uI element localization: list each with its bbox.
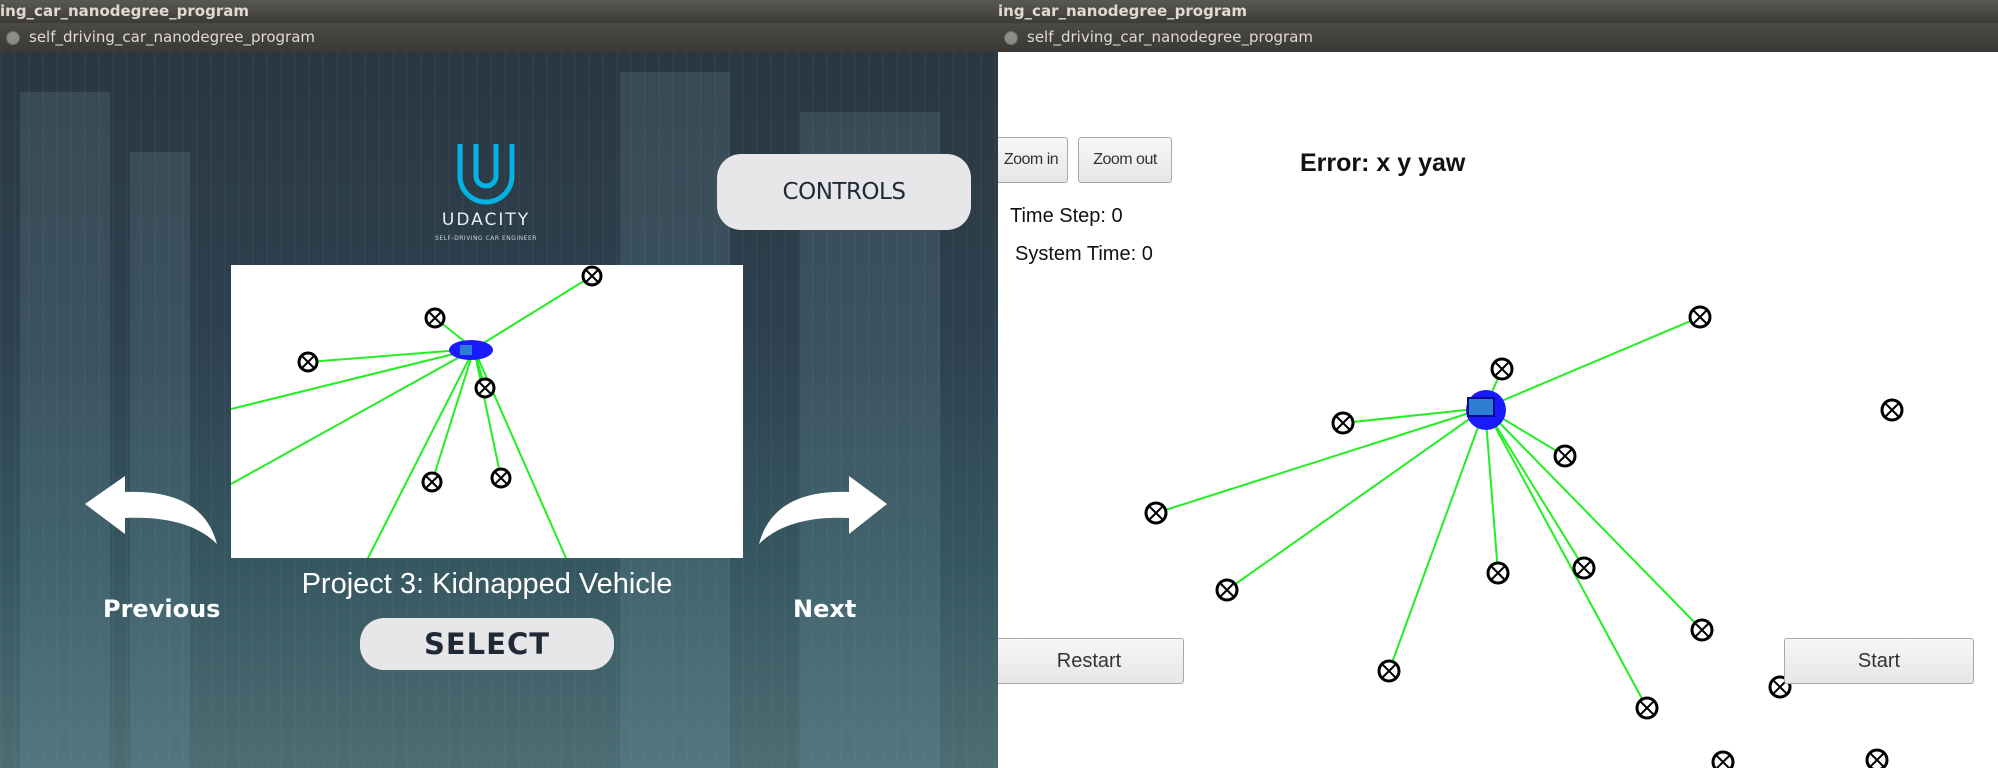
landmark-icon [1331, 411, 1355, 435]
left-close-icon[interactable] [6, 30, 20, 45]
project-title: Project 3: Kidnapped Vehicle [301, 568, 673, 600]
landmark-icon [1215, 578, 1239, 602]
left-top-title-bar: ing_car_nanodegree_program [0, 0, 998, 23]
previous-label[interactable]: Previous [103, 595, 220, 623]
left-top-title: ing_car_nanodegree_program [0, 2, 249, 20]
left-window-title: self_driving_car_nanodegree_program [29, 28, 316, 46]
landmark-icon [1711, 750, 1735, 768]
start-button[interactable]: Start [1784, 638, 1974, 684]
landmark-icon [1572, 556, 1596, 580]
landmark-icon [1490, 357, 1514, 381]
vehicle-icon [449, 340, 493, 360]
landmark-icon [1377, 659, 1401, 683]
landmark-icon [1865, 748, 1889, 768]
logo-subtext: SELF-DRIVING CAR ENGINEER [435, 235, 537, 242]
project-preview-image[interactable] [231, 265, 743, 558]
next-arrow-icon[interactable] [757, 476, 887, 546]
landmark-icon [1144, 501, 1168, 525]
background-building [130, 152, 190, 768]
select-button[interactable]: SELECT [360, 618, 614, 670]
right-top-title-bar: ing_car_nanodegree_program [998, 0, 1998, 23]
right-close-icon[interactable] [1004, 30, 1018, 45]
landmark-icon [474, 377, 496, 399]
next-label[interactable]: Next [793, 595, 856, 623]
logo-text: UDACITY [441, 210, 531, 230]
restart-button[interactable]: Restart [998, 638, 1184, 684]
landmark-icon [1486, 561, 1510, 585]
landmark-icon [1880, 398, 1904, 422]
vehicle-icon [1466, 390, 1506, 430]
controls-button[interactable]: CONTROLS [717, 154, 971, 230]
landmark-icon [1635, 696, 1659, 720]
landmark-icon [421, 471, 443, 493]
previous-arrow-icon[interactable] [85, 476, 220, 546]
landmark-icon [424, 307, 446, 329]
landmark-icon [1553, 444, 1577, 468]
landmark-icon [1690, 618, 1714, 642]
right-window-title: self_driving_car_nanodegree_program [1027, 28, 1314, 46]
background-building [20, 92, 110, 768]
left-window-title-bar: self_driving_car_nanodegree_program [0, 23, 998, 52]
right-top-title: ing_car_nanodegree_program [998, 2, 1247, 20]
landmark-icon [581, 265, 603, 287]
udacity-logo-icon [457, 144, 515, 205]
simulator-menu-window: UDACITY SELF-DRIVING CAR ENGINEER CONTRO… [0, 52, 998, 768]
landmark-icon [297, 351, 319, 373]
landmark-icon [1688, 305, 1712, 329]
simulator-run-window: Zoom in Zoom out Error: x y yaw Time Ste… [998, 52, 1998, 768]
right-window-title-bar: self_driving_car_nanodegree_program [998, 23, 1998, 52]
landmark-icon [490, 467, 512, 489]
